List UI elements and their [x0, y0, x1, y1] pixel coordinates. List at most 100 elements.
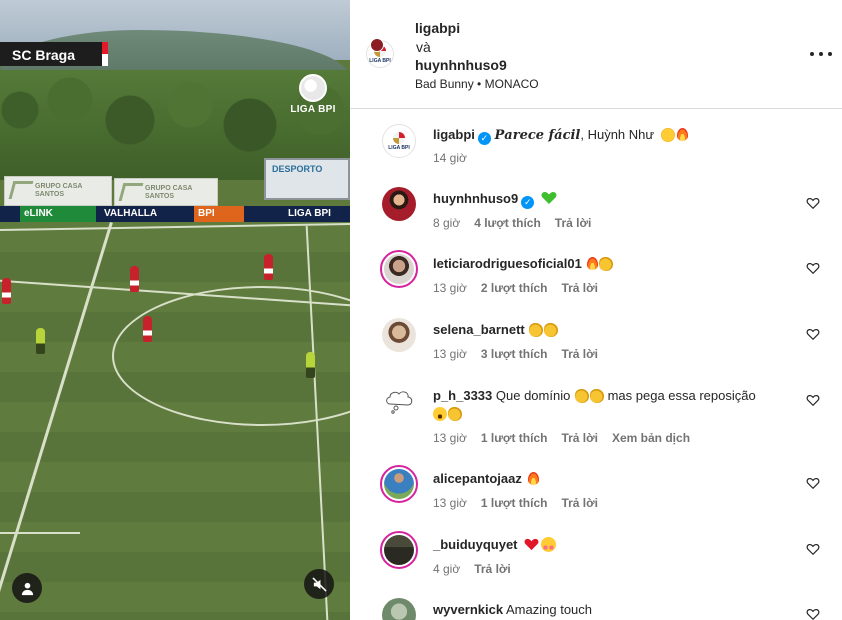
reply-button[interactable]: Trả lời: [561, 496, 598, 510]
comment-item: alicepantojaaz 13 giờ 1 lượt thích Trả lời: [350, 465, 842, 517]
comment-meta: 8 giờ 4 lượt thích Trả lời: [433, 216, 605, 230]
heart-outline-icon: [806, 543, 820, 556]
see-translation-button[interactable]: Xem bản dịch: [612, 431, 690, 445]
avatar-photo: [384, 254, 414, 284]
league-logo-text: LIGA BPI: [290, 104, 336, 115]
billboard-text: GRUPO CASA SANTOS: [145, 185, 193, 200]
heart-outline-icon: [806, 608, 820, 620]
comment-likes[interactable]: 2 lượt thích: [481, 281, 548, 295]
like-comment-button[interactable]: [806, 261, 820, 275]
comment-item: leticiarodriguesoficial01 13 giờ 2 lượt t…: [350, 250, 842, 302]
video-player[interactable]: GRUPO CASA SANTOS GRUPO CASA SANTOS DESP…: [0, 0, 350, 620]
comment-item: selena_barnett 13 giờ 3 lượt thích Trả lời: [350, 318, 842, 368]
player-red: [264, 254, 273, 280]
comment-username[interactable]: huynhnhuso9: [433, 191, 518, 206]
touchline: [0, 222, 350, 232]
comment-likes[interactable]: 3 lượt thích: [481, 347, 548, 361]
more-horizontal-icon: [810, 52, 814, 56]
verified-badge-icon: ✓: [477, 132, 491, 145]
comment-avatar[interactable]: [380, 531, 418, 569]
comment-username[interactable]: selena_barnett: [433, 322, 525, 337]
comment-item: wyvernkick Amazing touch: [350, 598, 842, 620]
caption-username[interactable]: ligabpi: [433, 127, 475, 142]
comment-likes[interactable]: 1 lượt thích: [481, 496, 548, 510]
post-header: LIGA BPI ligabpi và huynhnhuso9 Bad Bunn…: [350, 0, 842, 109]
comment-avatar[interactable]: [380, 465, 418, 503]
reply-button[interactable]: Trả lời: [555, 216, 592, 230]
comment-avatar[interactable]: [380, 250, 418, 288]
comment-likes[interactable]: 4 lượt thích: [474, 216, 541, 230]
heart-outline-icon: [806, 477, 820, 490]
caption-avatar[interactable]: LIGA BPI: [382, 124, 416, 158]
goalkeeper-yellow: [306, 352, 315, 378]
clap-emoji-icon: [574, 389, 589, 403]
comment-avatar[interactable]: [382, 187, 416, 221]
pitch-mark: [0, 532, 80, 534]
caption-text-styled: 𝑷𝒂𝒓𝒆𝒄𝒆 𝒇á𝒄𝒊𝒍: [494, 128, 581, 143]
player-red: [2, 278, 11, 304]
reply-button[interactable]: Trả lời: [474, 562, 511, 576]
comment-text: Amazing touch: [506, 602, 593, 617]
billboard-logo-icon: [118, 183, 144, 201]
more-horizontal-icon: [828, 52, 832, 56]
like-comment-button[interactable]: [806, 393, 820, 407]
football-pitch: [0, 222, 350, 620]
player-yellow: [36, 328, 45, 354]
comment-avatar[interactable]: [382, 384, 416, 418]
comment-likes[interactable]: 1 lượt thích: [481, 431, 548, 445]
avatar-logo-text: LIGA BPI: [388, 144, 410, 151]
billboard-right: GRUPO CASA SANTOS: [114, 178, 218, 206]
like-comment-button[interactable]: [806, 476, 820, 490]
comment-line: _buiduyquyet: [433, 537, 557, 552]
fire-emoji-icon: [676, 128, 688, 141]
comment-username[interactable]: leticiarodriguesoficial01: [433, 256, 582, 271]
tagged-users-button[interactable]: [12, 573, 42, 603]
comment-username[interactable]: p_h_3333: [433, 388, 492, 403]
avatar-photo: [384, 469, 414, 499]
comment-username[interactable]: alicepantojaaz: [433, 471, 522, 486]
comment-time: 13 giờ: [433, 431, 467, 445]
billboard-text: GRUPO CASA SANTOS: [35, 183, 83, 198]
league-logo: LIGA BPI: [288, 74, 338, 120]
ad-boards: eLINK VALHALLA BPI LIGA BPI: [0, 206, 350, 222]
clap-emoji-icon: [599, 257, 614, 271]
comment-meta: 4 giờ Trả lời: [433, 562, 525, 576]
billboard-logo-icon: [8, 181, 34, 199]
comment-line: wyvernkick Amazing touch: [433, 602, 592, 617]
coauthor-username[interactable]: huynhnhuso9: [415, 57, 507, 73]
mute-button[interactable]: [304, 569, 334, 599]
like-comment-button[interactable]: [806, 542, 820, 556]
coauthor-avatar[interactable]: [370, 38, 384, 52]
audio-track[interactable]: Bad Bunny • MONACO: [415, 77, 539, 91]
comment-item: _buiduyquyet 4 giờ Trả lời: [350, 531, 842, 583]
caption-meta: 14 giờ: [433, 151, 481, 165]
comment-username[interactable]: _buiduyquyet: [433, 537, 518, 552]
author-username[interactable]: ligabpi: [415, 20, 460, 36]
football-icon: [299, 74, 327, 102]
more-options-button[interactable]: [810, 44, 832, 64]
user-tag-icon: [21, 582, 33, 595]
ad-liga-bpi: LIGA BPI: [288, 208, 331, 219]
comment-text: Que domínio: [495, 388, 571, 403]
comment-time: 13 giờ: [433, 347, 467, 361]
liga-ball-icon: [393, 131, 405, 144]
clap-emoji-icon: [448, 407, 462, 421]
comment-line: leticiarodriguesoficial01: [433, 256, 614, 271]
caption-line: ligabpi ✓ 𝑷𝒂𝒓𝒆𝒄𝒆 𝒇á𝒄𝒊𝒍, Huỳnh Như: [433, 127, 688, 145]
author-connector: và: [416, 39, 431, 55]
clap-emoji-icon: [544, 323, 559, 337]
reply-button[interactable]: Trả lời: [561, 281, 598, 295]
comment-avatar[interactable]: [382, 318, 416, 352]
comment-time: 8 giờ: [433, 216, 461, 230]
reply-button[interactable]: Trả lời: [561, 431, 598, 445]
comment-avatar[interactable]: [382, 598, 416, 620]
player-red: [143, 316, 152, 342]
comment-meta: 13 giờ 1 lượt thích Trả lời Xem bản dịch: [433, 431, 704, 445]
comment-line: huynhnhuso9 ✓: [433, 191, 557, 209]
like-comment-button[interactable]: [806, 196, 820, 210]
comment-line: alicepantojaaz: [433, 471, 539, 486]
like-comment-button[interactable]: [806, 607, 820, 620]
like-comment-button[interactable]: [806, 327, 820, 341]
comment-username[interactable]: wyvernkick: [433, 602, 503, 617]
reply-button[interactable]: Trả lời: [561, 347, 598, 361]
